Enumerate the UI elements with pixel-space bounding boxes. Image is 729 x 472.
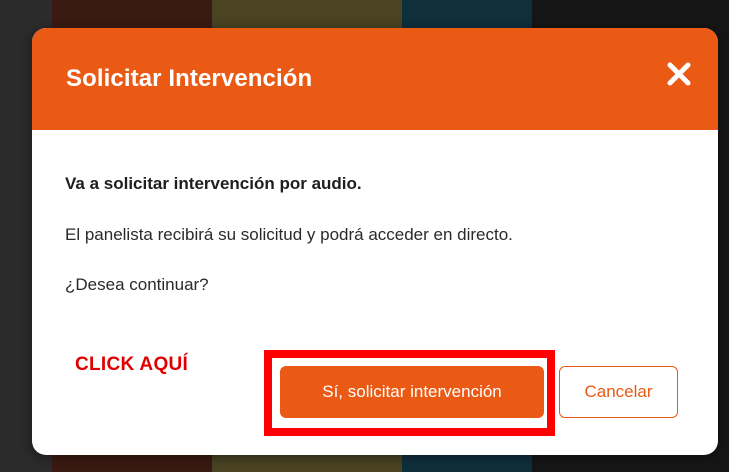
click-here-callout: CLICK AQUÍ: [75, 354, 189, 375]
confirm-intervention-button[interactable]: Sí, solicitar intervención: [280, 366, 544, 418]
dialog-header: Solicitar Intervención: [32, 28, 718, 130]
cancel-button[interactable]: Cancelar: [559, 366, 678, 418]
dialog-title: Solicitar Intervención: [66, 65, 313, 92]
dialog-body: Va a solicitar intervención por audio. E…: [32, 130, 718, 295]
dialog-description: El panelista recibirá su solicitud y pod…: [65, 225, 513, 244]
close-icon[interactable]: [666, 61, 692, 87]
dialog-question: ¿Desea continuar?: [65, 275, 209, 294]
dialog-lead-text: Va a solicitar intervención por audio.: [65, 174, 362, 193]
